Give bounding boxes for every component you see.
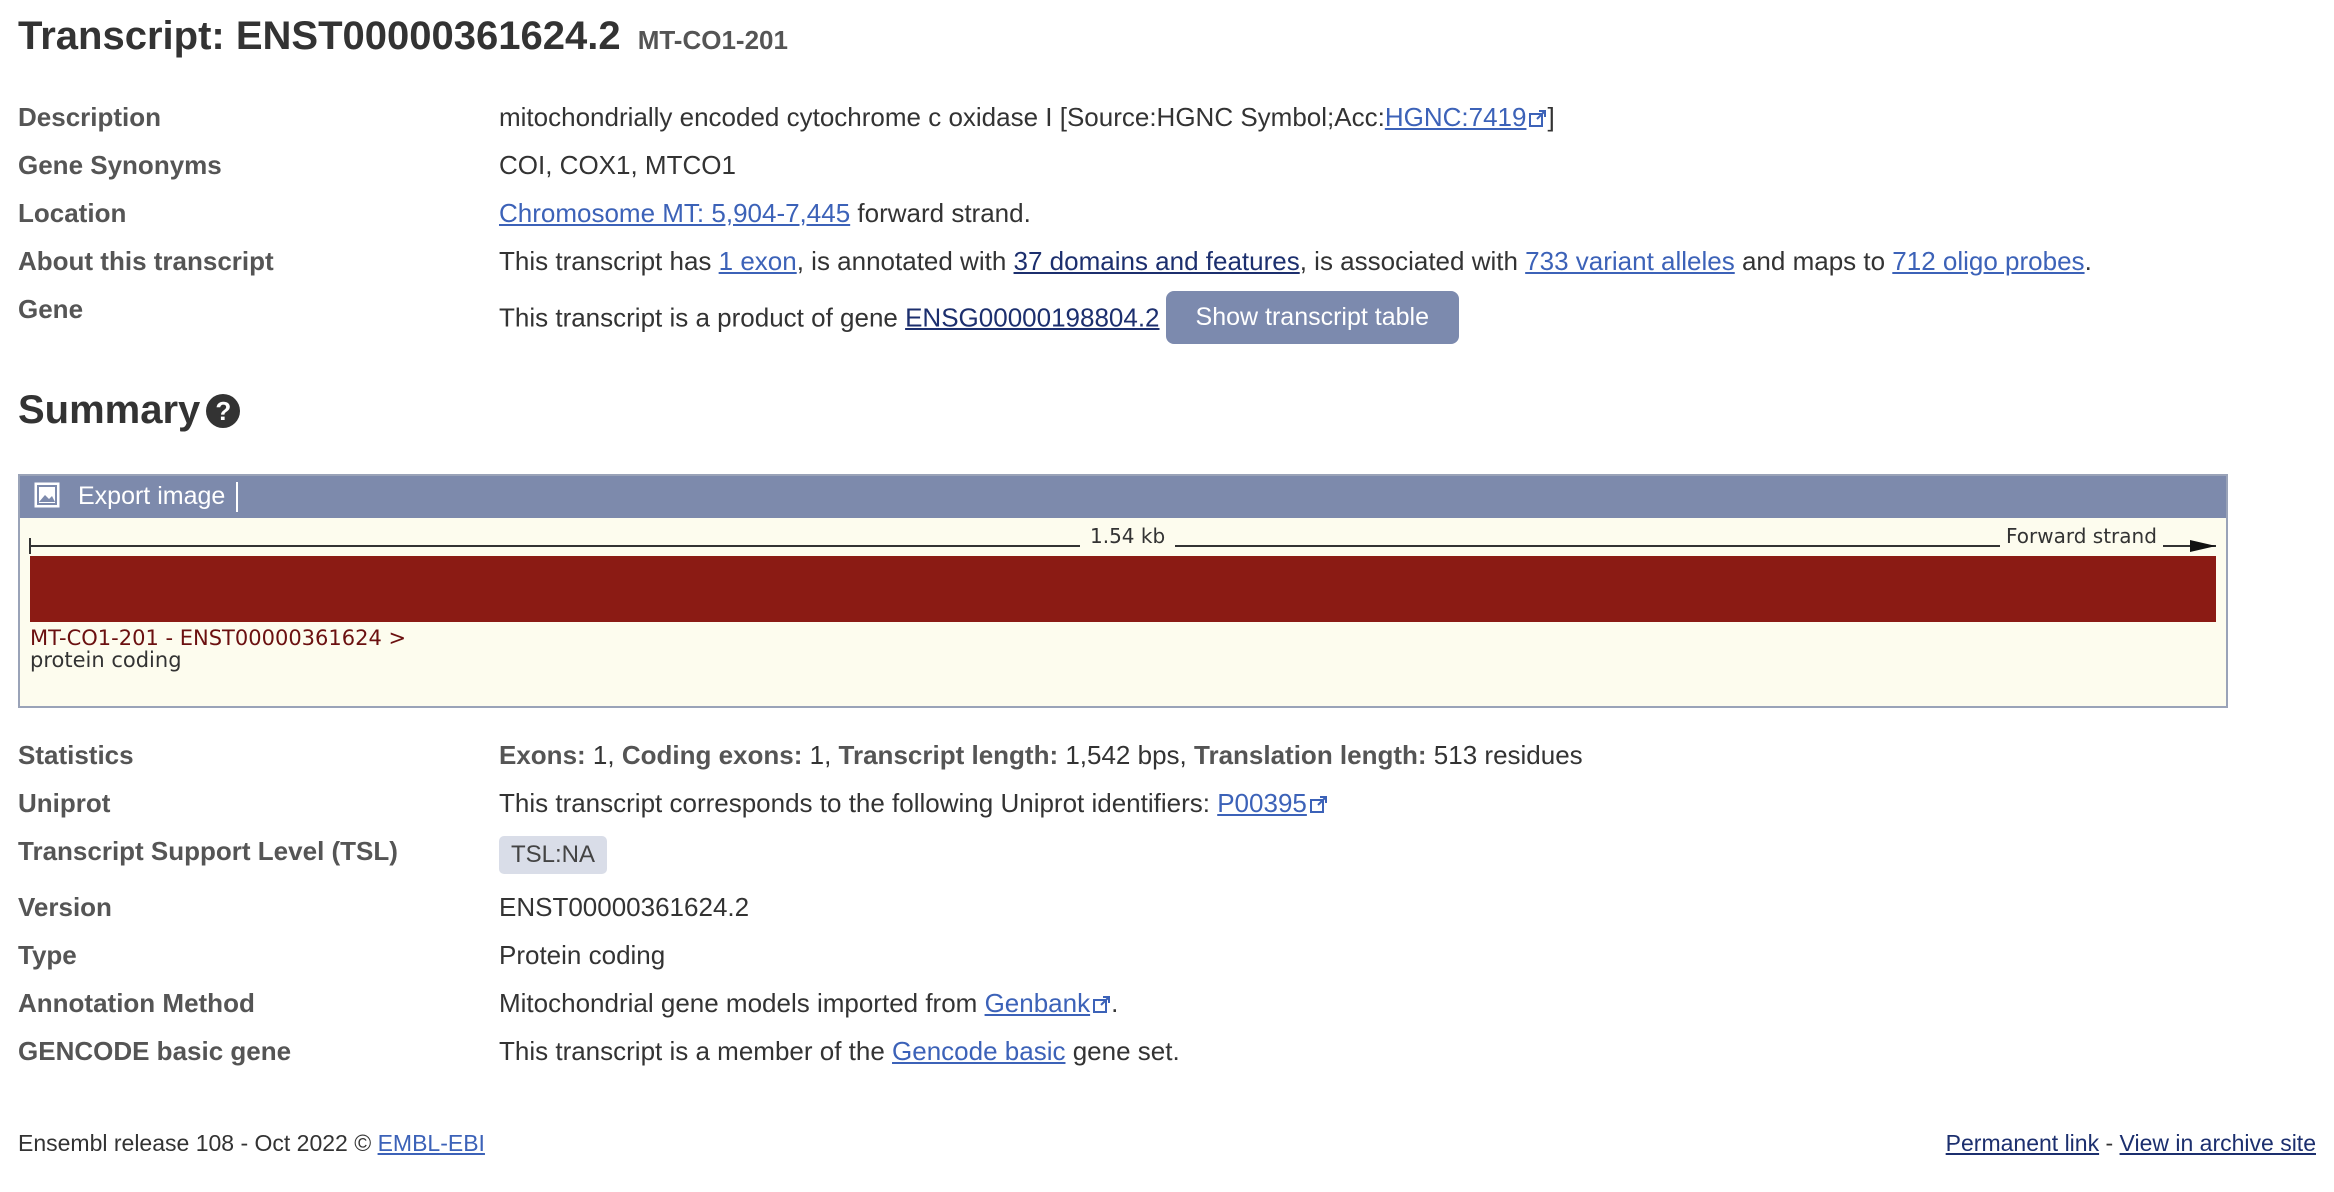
about-value: This transcript has 1 exon, is annotated… xyxy=(499,246,2092,277)
strand-label: Forward strand xyxy=(2000,524,2163,548)
transcript-exon-bar[interactable] xyxy=(30,556,2216,622)
about-label: About this transcript xyxy=(18,246,274,276)
archive-link[interactable]: View in archive site xyxy=(2120,1130,2316,1156)
uniprot-text: This transcript corresponds to the follo… xyxy=(499,788,1218,818)
about-text-5: . xyxy=(2084,246,2092,276)
description-text: mitochondrially encoded cytochrome c oxi… xyxy=(499,102,1385,132)
footer-separator: - xyxy=(2099,1130,2120,1156)
hgnc-link[interactable]: HGNC:7419 xyxy=(1385,102,1527,132)
about-text-4: and maps to xyxy=(1734,246,1893,276)
image-icon[interactable] xyxy=(34,482,60,508)
exon-link[interactable]: 1 exon xyxy=(719,246,797,276)
uniprot-value: This transcript corresponds to the follo… xyxy=(499,788,1328,819)
gene-link[interactable]: ENSG00000198804.2 xyxy=(905,302,1159,332)
uniprot-label: Uniprot xyxy=(18,788,111,818)
summary-heading: Summary? xyxy=(18,388,241,433)
gencode-value: This transcript is a member of the Genco… xyxy=(499,1036,1180,1067)
transcript-image-panel: Export image 1.54 kb Forward strand MT-C… xyxy=(18,474,2228,708)
version-label: Version xyxy=(18,892,112,922)
transcript-track: 1.54 kb Forward strand MT-CO1-201 - ENST… xyxy=(20,518,2226,706)
annotation-label: Annotation Method xyxy=(18,988,255,1018)
release-text: Ensembl release 108 - Oct 2022 © xyxy=(18,1130,378,1156)
permanent-link[interactable]: Permanent link xyxy=(1946,1130,2099,1156)
exons-key: Exons: xyxy=(499,740,586,770)
gene-text: This transcript is a product of gene xyxy=(499,302,906,333)
about-text-1: This transcript has xyxy=(499,246,719,276)
location-value: Chromosome MT: 5,904-7,445 forward stran… xyxy=(499,198,1031,229)
synonyms-value: COI, COX1, MTCO1 xyxy=(499,150,736,180)
transcript-length-value: 1,542 bps, xyxy=(1058,740,1194,770)
translation-length-key: Translation length: xyxy=(1194,740,1427,770)
about-text-2: , is annotated with xyxy=(796,246,1014,276)
description-label: Description xyxy=(18,102,162,132)
description-value: mitochondrially encoded cytochrome c oxi… xyxy=(499,102,1555,133)
synonyms-label: Gene Synonyms xyxy=(18,150,222,180)
coding-exons-key: Coding exons: xyxy=(621,740,803,770)
transcript-name: MT-CO1-201 xyxy=(637,25,788,55)
transcript-length-key: Transcript length: xyxy=(838,740,1059,770)
footer-release: Ensembl release 108 - Oct 2022 © EMBL-EB… xyxy=(18,1130,485,1157)
question-circle-icon[interactable]: ? xyxy=(206,394,241,428)
version-value: ENST00000361624.2 xyxy=(499,892,750,922)
external-link-icon xyxy=(1309,796,1327,813)
image-toolbar: Export image xyxy=(20,476,2226,518)
footer-links: Permanent link - View in archive site xyxy=(1946,1130,2316,1157)
tsl-badge[interactable]: TSL:NA xyxy=(499,836,608,874)
summary-title: Summary xyxy=(18,388,201,432)
embl-ebi-link[interactable]: EMBL-EBI xyxy=(378,1130,485,1156)
gencode-text: This transcript is a member of the xyxy=(499,1036,893,1066)
gene-label: Gene xyxy=(18,294,84,324)
about-text-3: , is associated with xyxy=(1299,246,1526,276)
exons-value: 1, xyxy=(585,740,622,770)
statistics-label: Statistics xyxy=(18,740,134,770)
biotype-label: protein coding xyxy=(30,648,182,672)
page-title: Transcript: ENST00000361624.2 MT-CO1-201 xyxy=(18,14,788,59)
domains-link[interactable]: 37 domains and features xyxy=(1014,246,1300,276)
statistics-value: Exons: 1, Coding exons: 1, Transcript le… xyxy=(499,740,1583,771)
gencode-suffix: gene set. xyxy=(1065,1036,1180,1066)
gencode-basic-link[interactable]: Gencode basic xyxy=(892,1036,1065,1066)
type-label: Type xyxy=(18,940,77,970)
scale-label: 1.54 kb xyxy=(1080,524,1176,548)
location-link[interactable]: Chromosome MT: 5,904-7,445 xyxy=(499,198,850,228)
uniprot-link[interactable]: P00395 xyxy=(1217,788,1307,818)
export-image-button[interactable]: Export image xyxy=(78,482,225,511)
gene-value: This transcript is a product of gene ENS… xyxy=(499,291,1459,346)
annotation-value: Mitochondrial gene models imported from … xyxy=(499,988,1118,1019)
transcript-title: Transcript: ENST00000361624.2 xyxy=(18,14,621,58)
tsl-value: TSL:NA xyxy=(499,836,608,874)
genbank-link[interactable]: Genbank xyxy=(985,988,1091,1018)
transcript-track-label[interactable]: MT-CO1-201 - ENST00000361624 > xyxy=(30,626,406,650)
external-link-icon xyxy=(1093,996,1111,1013)
translation-length-value: 513 residues xyxy=(1426,740,1583,770)
description-suffix: ] xyxy=(1547,102,1555,132)
tsl-label: Transcript Support Level (TSL) xyxy=(18,836,398,866)
variants-link[interactable]: 733 variant alleles xyxy=(1525,246,1735,276)
probes-link[interactable]: 712 oligo probes xyxy=(1892,246,2084,276)
annotation-text: Mitochondrial gene models imported from xyxy=(499,988,985,1018)
toolbar-divider xyxy=(236,482,238,512)
show-transcript-table-button[interactable]: Show transcript table xyxy=(1165,291,1459,344)
external-link-icon xyxy=(1529,110,1547,127)
coding-exons-value: 1, xyxy=(802,740,839,770)
location-suffix: forward strand. xyxy=(850,198,1031,228)
annotation-suffix: . xyxy=(1111,988,1119,1018)
type-value: Protein coding xyxy=(499,940,666,970)
gencode-label: GENCODE basic gene xyxy=(18,1036,292,1066)
location-label: Location xyxy=(18,198,127,228)
